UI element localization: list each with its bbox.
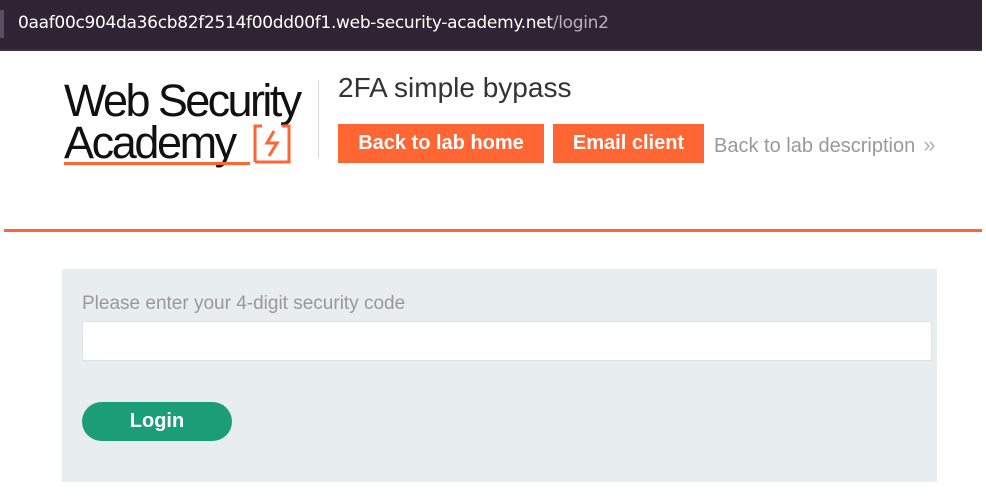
security-code-input[interactable] — [82, 321, 932, 361]
back-to-lab-description-link[interactable]: Back to lab description » — [714, 132, 935, 158]
address-bar-edge — [0, 10, 4, 38]
lab-title: 2FA simple bypass — [338, 72, 572, 103]
logo-text-line2: Academy — [64, 117, 237, 168]
header-divider — [318, 80, 319, 158]
security-code-form: Please enter your 4-digit security code … — [62, 269, 937, 482]
url-text[interactable]: 0aaf00c904da36cb82f2514f00dd00f1.web-sec… — [18, 13, 609, 33]
academy-logo-icon — [253, 124, 291, 164]
header-separator — [4, 229, 982, 232]
double-chevron-right-icon: » — [923, 132, 936, 157]
back-to-lab-home-button[interactable]: Back to lab home — [338, 124, 544, 163]
email-client-button[interactable]: Email client — [553, 124, 704, 163]
logo-underline — [64, 162, 250, 165]
web-security-academy-logo[interactable]: Web Security Academy — [64, 78, 316, 173]
url-host: 0aaf00c904da36cb82f2514f00dd00f1.web-sec… — [18, 13, 553, 33]
login-button[interactable]: Login — [82, 402, 232, 441]
security-code-label: Please enter your 4-digit security code — [82, 293, 406, 314]
back-to-lab-description-label: Back to lab description — [714, 135, 916, 157]
url-path: /login2 — [552, 13, 609, 33]
browser-address-bar[interactable]: 0aaf00c904da36cb82f2514f00dd00f1.web-sec… — [0, 0, 982, 51]
